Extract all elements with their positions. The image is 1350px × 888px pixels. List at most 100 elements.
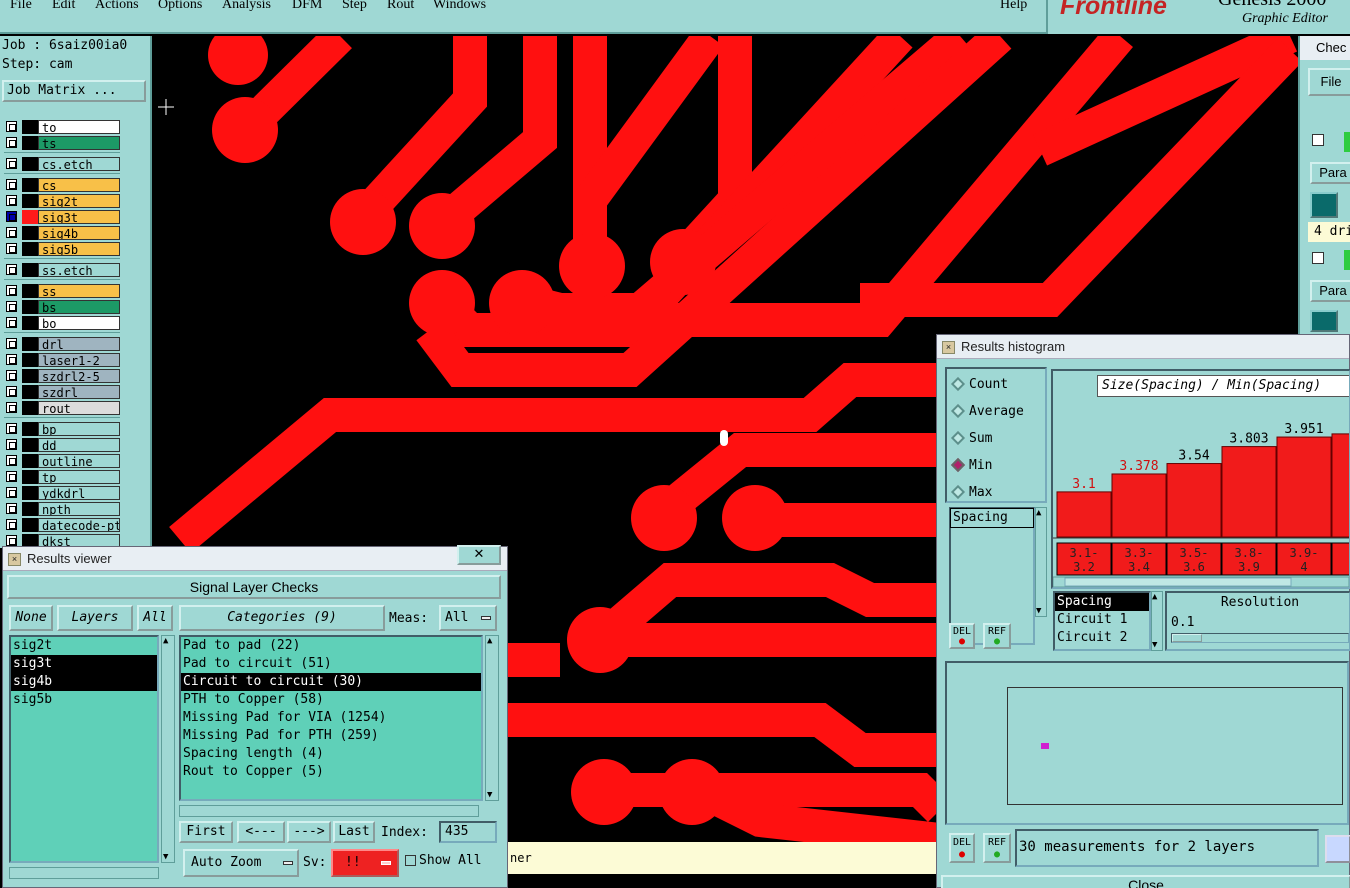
menu-dfm[interactable]: DFM — [292, 0, 322, 13]
layer-name[interactable]: cs — [38, 178, 120, 192]
layer-checkbox[interactable] — [6, 285, 17, 296]
layer-checkbox[interactable] — [6, 301, 17, 312]
chart-scroll-thumb[interactable] — [1064, 577, 1292, 587]
layer-color-swatch[interactable] — [22, 502, 38, 516]
layer-name[interactable]: bs — [38, 300, 120, 314]
categories-button[interactable]: Categories (9) — [179, 605, 385, 631]
layer-color-swatch[interactable] — [22, 454, 38, 468]
layer-name[interactable]: npth — [38, 502, 120, 516]
filter-item[interactable]: Circuit 2 — [1055, 629, 1149, 647]
result-layer-item[interactable]: sig2t — [11, 637, 157, 655]
layer-checkbox[interactable] — [6, 402, 17, 413]
del-button[interactable]: DEL ● — [949, 833, 975, 863]
layer-name[interactable]: sig5b — [38, 242, 120, 256]
layer-row[interactable]: npth — [4, 502, 120, 516]
next-button[interactable]: ---> — [287, 821, 331, 843]
severity-select[interactable]: !! — [331, 849, 399, 877]
histogram-bar[interactable] — [1331, 433, 1350, 538]
layer-row[interactable]: tp — [4, 470, 120, 484]
layer-color-swatch[interactable] — [22, 300, 38, 314]
layer-name[interactable]: rout — [38, 401, 120, 415]
layer-color-swatch[interactable] — [22, 470, 38, 484]
layer-checkbox[interactable] — [6, 370, 17, 381]
slider-handle[interactable] — [1172, 634, 1202, 642]
category-item[interactable]: Circuit to circuit (30) — [181, 673, 481, 691]
layer-color-swatch[interactable] — [22, 385, 38, 399]
layer-list-scrollbar[interactable]: ▲ ▼ — [161, 635, 175, 863]
result-layer-item[interactable]: sig3t — [11, 655, 157, 673]
layer-row[interactable]: ss.etch — [4, 263, 120, 277]
layer-name[interactable]: outline — [38, 454, 120, 468]
layer-row[interactable]: sig2t — [4, 194, 120, 208]
layer-row[interactable]: rout — [4, 401, 120, 415]
category-list[interactable]: Pad to pad (22) Pad to circuit (51) Circui… — [179, 635, 483, 801]
layer-checkbox[interactable] — [6, 195, 17, 206]
resolution-slider[interactable] — [1171, 633, 1349, 643]
layer-row[interactable]: dd — [4, 438, 120, 452]
layer-name[interactable]: szdrl — [38, 385, 120, 399]
mode-radio-sum[interactable]: Sum — [950, 429, 992, 449]
layer-row[interactable]: drl — [4, 337, 120, 351]
del-button[interactable]: DEL ● — [949, 623, 975, 649]
mode-radio-average[interactable]: Average — [950, 402, 1024, 422]
layer-color-swatch[interactable] — [22, 438, 38, 452]
layer-color-swatch[interactable] — [22, 353, 38, 367]
layer-checkbox[interactable] — [6, 243, 17, 254]
layer-checkbox[interactable] — [6, 503, 17, 514]
layer-name[interactable]: ydkdrl — [38, 486, 120, 500]
layer-name[interactable]: ss.etch — [38, 263, 120, 277]
checklist-checkbox-1[interactable] — [1312, 134, 1324, 146]
none-button[interactable]: None — [9, 605, 53, 631]
layer-checkbox[interactable] — [6, 227, 17, 238]
mode-radio-count[interactable]: Count — [950, 375, 1008, 395]
layer-checkbox[interactable] — [6, 535, 17, 546]
histogram-bar[interactable] — [1111, 473, 1167, 538]
menu-rout[interactable]: Rout — [387, 0, 414, 13]
layer-color-swatch[interactable] — [22, 136, 38, 150]
layer-row[interactable]: sig4b — [4, 226, 120, 240]
layer-color-swatch[interactable] — [22, 316, 38, 330]
layer-color-swatch[interactable] — [22, 120, 38, 134]
layer-checkbox[interactable] — [6, 455, 17, 466]
run-icon[interactable] — [1310, 310, 1338, 332]
layer-color-swatch[interactable] — [22, 337, 38, 351]
category-item[interactable]: Rout to Copper (5) — [181, 763, 481, 781]
ref-button[interactable]: REF ● — [983, 833, 1011, 863]
layer-row[interactable]: to — [4, 120, 120, 134]
layer-checkbox[interactable] — [6, 137, 17, 148]
show-all-checkbox[interactable] — [405, 855, 416, 866]
arrow-down-icon[interactable]: ▼ — [487, 790, 492, 800]
layer-checkbox[interactable] — [6, 211, 17, 222]
close-button[interactable]: Close — [941, 875, 1350, 888]
checklist-param-button-1[interactable]: Para — [1310, 162, 1350, 184]
job-matrix-button[interactable]: Job Matrix ... — [2, 80, 146, 102]
layer-name[interactable]: szdrl2-5 — [38, 369, 120, 383]
layer-name[interactable]: sig2t — [38, 194, 120, 208]
layer-name[interactable]: cs.etch — [38, 157, 120, 171]
arrow-up-icon[interactable]: ▲ — [1152, 592, 1157, 602]
menu-help[interactable]: Help — [1000, 0, 1027, 13]
layer-row[interactable]: cs — [4, 178, 120, 192]
mode-radio-max[interactable]: Max — [950, 483, 992, 503]
category-item[interactable]: Missing Pad for PTH (259) — [181, 727, 481, 745]
arrow-up-icon[interactable]: ▲ — [163, 636, 168, 646]
ref-button[interactable]: REF ● — [983, 623, 1011, 649]
checklist-file-button[interactable]: File — [1308, 68, 1350, 96]
layer-name[interactable]: sig3t — [38, 210, 120, 224]
layer-checkbox[interactable] — [6, 386, 17, 397]
measure-list-scrollbar[interactable]: ▲ ▼ — [1035, 507, 1047, 617]
layer-checkbox[interactable] — [6, 179, 17, 190]
layer-name[interactable]: laser1-2 — [38, 353, 120, 367]
layer-row[interactable]: ydkdrl — [4, 486, 120, 500]
layer-row[interactable]: outline — [4, 454, 120, 468]
layer-list-hscroll[interactable] — [9, 867, 159, 879]
menu-file[interactable]: File — [10, 0, 32, 13]
layer-row[interactable]: cs.etch — [4, 157, 120, 171]
meas-select[interactable]: All — [439, 605, 497, 631]
layer-color-swatch[interactable] — [22, 226, 38, 240]
layer-name[interactable]: sig4b — [38, 226, 120, 240]
layer-row[interactable]: bs — [4, 300, 120, 314]
category-item[interactable]: Spacing length (4) — [181, 745, 481, 763]
arrow-down-icon[interactable]: ▼ — [163, 852, 168, 862]
layer-name[interactable]: datecode-pte — [38, 518, 120, 532]
